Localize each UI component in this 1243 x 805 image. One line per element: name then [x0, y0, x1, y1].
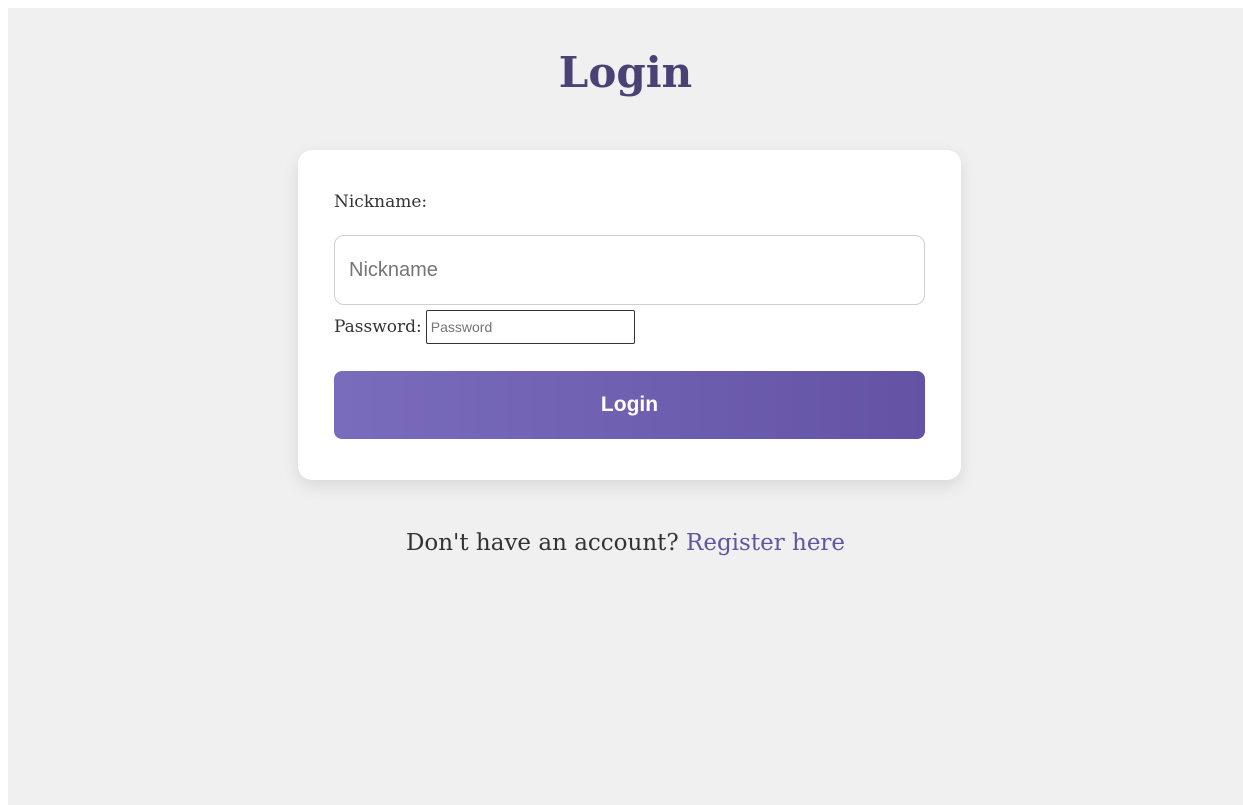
- nickname-label: Nickname:: [334, 192, 428, 212]
- register-prompt-text: Don't have an account?: [405, 530, 679, 556]
- login-button[interactable]: Login: [334, 371, 925, 439]
- password-input[interactable]: [425, 310, 635, 344]
- page-background: Login Nickname: Password: Login Don't ha…: [8, 8, 1243, 805]
- login-form-card: Nickname: Password: Login: [298, 150, 961, 480]
- register-prompt: Don't have an account? Register here: [8, 530, 1243, 556]
- register-link[interactable]: Register here: [686, 530, 845, 556]
- nickname-input[interactable]: [334, 235, 925, 305]
- password-label: Password:: [334, 317, 422, 337]
- page-title: Login: [558, 48, 693, 97]
- password-row: Password:: [334, 310, 635, 344]
